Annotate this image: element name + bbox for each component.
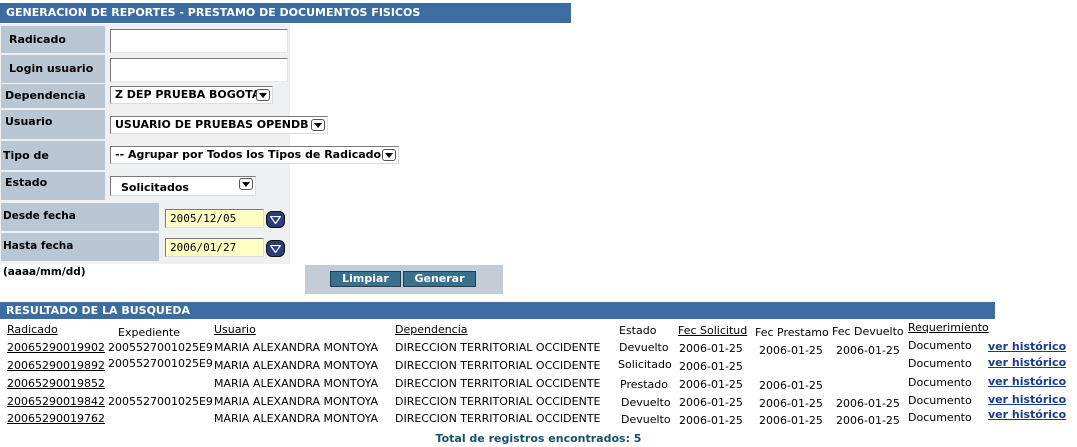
row-dependencia: DIRECCION TERRITORIAL OCCIDENTE <box>395 412 601 425</box>
chevron-down-icon[interactable] <box>311 119 325 131</box>
ver-historico-link[interactable]: ver histórico <box>988 408 1066 421</box>
desde-fecha-input[interactable]: 2005/12/05 <box>165 209 264 228</box>
row-radicado-link[interactable]: 20065290019892 <box>7 359 105 372</box>
row-dependencia: DIRECCION TERRITORIAL OCCIDENTE <box>395 359 601 372</box>
row-fec-devuelto: 2006-01-25 <box>836 397 900 410</box>
row-usuario: MARIA ALEXANDRA MONTOYA <box>214 412 379 425</box>
row-fec-solicitud: 2006-01-25 <box>679 414 743 427</box>
row-usuario: MARIA ALEXANDRA MONTOYA <box>214 359 379 372</box>
chevron-down-icon[interactable] <box>382 149 396 161</box>
calendar-icon[interactable] <box>266 211 285 228</box>
row-fec-prestamo: 2006-01-25 <box>759 414 823 427</box>
row-usuario: MARIA ALEXANDRA MONTOYA <box>214 395 379 408</box>
row-expediente: 2005527001025E9 <box>108 341 213 354</box>
page-title: GENERACION DE REPORTES - PRESTAMO DE DOC… <box>0 3 571 23</box>
row-expediente: 2005527001025E9 <box>108 395 213 408</box>
results-title: RESULTADO DE LA BUSQUEDA <box>0 302 995 319</box>
row-requerimiento: Documento <box>908 394 972 407</box>
row-fec-solicitud: 2006-01-25 <box>679 396 743 409</box>
dependencia-selected-value: Z DEP PRUEBA BOGOTA <box>115 88 261 101</box>
ver-historico-link[interactable]: ver histórico <box>988 340 1066 353</box>
row-estado: Devuelto <box>621 413 671 426</box>
row-radicado-link[interactable]: 20065290019902 <box>7 341 105 354</box>
radicado-input[interactable] <box>110 29 288 53</box>
generar-button[interactable]: Generar <box>403 271 476 287</box>
header-requerimiento[interactable]: Requerimiento <box>908 321 989 334</box>
tipo-radicado-select[interactable]: -- Agrupar por Todos los Tipos de Radica… <box>110 146 399 164</box>
ver-historico-link[interactable]: ver histórico <box>988 393 1066 406</box>
tipo-radicado-label: Tipo de Radicado <box>1 141 105 191</box>
hasta-fecha-input[interactable]: 2006/01/27 <box>165 238 264 257</box>
desde-fecha-label: Desde fecha (aaaa/mm/dd) <box>1 203 159 248</box>
row-usuario: MARIA ALEXANDRA MONTOYA <box>214 377 379 390</box>
dependencia-select[interactable]: Z DEP PRUEBA BOGOTA <box>110 86 273 104</box>
row-usuario: MARIA ALEXANDRA MONTOYA <box>214 341 379 354</box>
row-requerimiento: Documento <box>908 357 972 370</box>
estado-selected-value: Solicitados <box>121 181 189 194</box>
row-fec-prestamo: 2006-01-25 <box>759 344 823 357</box>
ver-historico-link[interactable]: ver histórico <box>988 356 1066 369</box>
row-requerimiento: Documento <box>908 376 972 389</box>
row-dependencia: DIRECCION TERRITORIAL OCCIDENTE <box>395 377 601 390</box>
chevron-down-icon[interactable] <box>256 89 270 101</box>
row-fec-devuelto: 2006-01-25 <box>836 344 900 357</box>
row-dependencia: DIRECCION TERRITORIAL OCCIDENTE <box>395 341 601 354</box>
header-fec-prestamo: Fec Prestamo <box>755 326 829 339</box>
limpiar-button[interactable]: Limpiar <box>330 271 401 287</box>
row-fec-solicitud: 2006-01-25 <box>679 342 743 355</box>
calendar-icon[interactable] <box>266 240 285 257</box>
row-expediente: 2005527001025E9 <box>108 357 213 370</box>
row-fec-prestamo: 2006-01-25 <box>759 379 823 392</box>
login-usuario-input[interactable] <box>110 58 288 82</box>
ver-historico-link[interactable]: ver histórico <box>988 375 1066 388</box>
header-usuario[interactable]: Usuario <box>214 323 256 336</box>
total-records: Total de registros encontrados: 5 <box>435 432 642 445</box>
header-dependencia[interactable]: Dependencia <box>395 323 468 336</box>
header-fec-devuelto: Fec Devuelto <box>832 325 904 338</box>
radicado-label: Radicado <box>1 26 105 53</box>
usuario-select[interactable]: USUARIO DE PRUEBAS OPENDB 2 <box>110 116 328 134</box>
row-dependencia: DIRECCION TERRITORIAL OCCIDENTE <box>395 395 601 408</box>
header-expediente: Expediente <box>118 326 181 339</box>
hasta-fecha-label: Hasta fecha (aaaa/mm/dd) <box>1 233 159 278</box>
row-requerimiento: Documento <box>908 411 972 424</box>
usuario-selected-value: USUARIO DE PRUEBAS OPENDB 2 <box>115 118 320 131</box>
header-radicado[interactable]: Radicado <box>7 323 58 336</box>
login-usuario-label: Login usuario <box>1 55 105 83</box>
header-fec-solicitud[interactable]: Fec Solicitud <box>678 324 747 337</box>
estado-select[interactable]: Solicitados <box>110 176 256 196</box>
tipo-radicado-selected-value: -- Agrupar por Todos los Tipos de Radica… <box>115 148 395 161</box>
row-radicado-link[interactable]: 20065290019852 <box>7 377 105 390</box>
row-estado: Devuelto <box>619 341 669 354</box>
row-requerimiento: Documento <box>908 339 972 352</box>
header-estado: Estado <box>619 324 657 337</box>
row-radicado-link[interactable]: 20065290019762 <box>7 412 105 425</box>
row-estado: Solicitado <box>618 358 672 371</box>
row-radicado-link[interactable]: 20065290019842 <box>7 395 105 408</box>
row-fec-solicitud: 2006-01-25 <box>679 360 743 373</box>
row-estado: Prestado <box>620 378 668 391</box>
row-fec-devuelto: 2006-01-25 <box>836 414 900 427</box>
dependencia-label: Dependencia <box>1 84 105 108</box>
row-fec-prestamo: 2006-01-25 <box>759 397 823 410</box>
chevron-down-icon[interactable] <box>239 178 253 190</box>
usuario-label: Usuario <box>1 110 105 139</box>
estado-label: Estado <box>1 172 105 200</box>
row-estado: Devuelto <box>621 396 671 409</box>
row-fec-solicitud: 2006-01-25 <box>679 378 743 391</box>
